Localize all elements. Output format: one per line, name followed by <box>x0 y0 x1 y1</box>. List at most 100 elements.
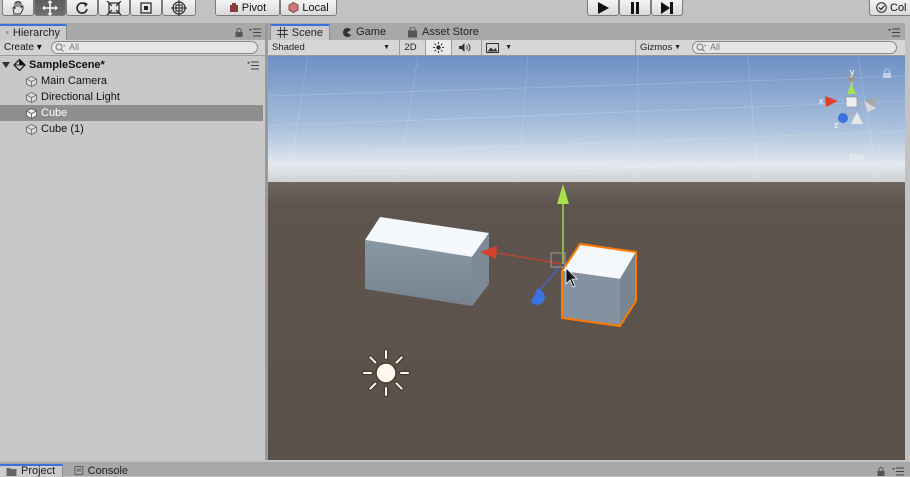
speaker-icon <box>459 43 471 52</box>
pause-button[interactable] <box>619 0 651 16</box>
console-icon <box>74 466 84 475</box>
scene-tabstrip: Scene Game Asset Store <box>268 23 905 40</box>
list-item-main-camera[interactable]: Main Camera <box>0 73 263 89</box>
list-item-directional-light[interactable]: Directional Light <box>0 89 263 105</box>
create-label: Create <box>4 42 35 53</box>
2d-label: 2D <box>404 42 417 53</box>
step-icon <box>661 1 673 14</box>
lighting-toggle[interactable] <box>425 40 451 55</box>
2d-toggle[interactable]: 2D <box>399 40 421 55</box>
image-effects-icon <box>486 42 499 53</box>
scene-render: x y z Iso <box>268 56 905 460</box>
gizmo-y-label: y <box>850 67 855 77</box>
hierarchy-list: SampleScene* Main Camera Directional Lig… <box>0 56 266 460</box>
hierarchy-tabstrip: Hierarchy <box>0 23 266 40</box>
gizmos-label: Gizmos <box>640 42 673 53</box>
step-button[interactable] <box>651 0 683 16</box>
expand-arrow-icon[interactable] <box>2 61 10 69</box>
chevron-down-icon: ▼ <box>674 44 681 51</box>
scene-search-input[interactable]: All <box>692 41 897 54</box>
hand-tool-button[interactable] <box>2 0 34 16</box>
grid-icon <box>277 27 288 38</box>
tab-scene[interactable]: Scene <box>270 24 330 40</box>
tab-console[interactable]: Console <box>68 464 134 477</box>
scene-name: SampleScene* <box>29 59 105 71</box>
hierarchy-search-placeholder: All <box>69 42 80 52</box>
hierarchy-search-input[interactable]: All <box>51 41 258 54</box>
gameobject-cube-icon <box>26 91 37 103</box>
move-tool-button[interactable] <box>34 0 66 16</box>
unity-scene-icon <box>13 59 26 71</box>
scene-viewport[interactable]: x y z Iso <box>268 56 905 460</box>
list-item-label: Cube (1) <box>41 123 84 135</box>
bottom-lock-icon[interactable] <box>877 467 885 476</box>
directional-light-sun-icon[interactable] <box>361 348 411 398</box>
game-tab-label: Game <box>356 26 386 38</box>
search-icon <box>55 43 66 52</box>
hierarchy-tab-label: Hierarchy <box>12 26 60 39</box>
projection-mode-label[interactable]: Iso <box>850 152 864 163</box>
hierarchy-icon <box>6 31 9 34</box>
pacman-icon <box>342 27 352 37</box>
gameobject-cube-icon <box>26 123 37 135</box>
list-item-cube[interactable]: Cube <box>0 105 263 121</box>
gizmo-x-label: x <box>819 96 824 106</box>
gameobject-cube-icon <box>26 75 37 87</box>
play-icon <box>598 1 609 14</box>
move-arrows-icon <box>42 0 58 16</box>
search-icon <box>696 43 707 52</box>
collab-label: Col <box>890 1 907 14</box>
bottom-tabstrip: Project Console <box>0 462 910 477</box>
rect-tool-button[interactable] <box>130 0 162 16</box>
local-space-icon <box>288 2 299 13</box>
chevron-down-icon: ▼ <box>383 44 390 51</box>
folder-icon <box>6 467 17 476</box>
scale-tool-button[interactable] <box>98 0 130 16</box>
collab-check-icon <box>876 2 887 13</box>
sky <box>268 56 905 184</box>
main-toolbar: Pivot Local Col <box>0 0 910 19</box>
transform-tool-button[interactable] <box>162 0 196 16</box>
gizmo-z-label: z <box>834 120 839 130</box>
tab-hierarchy[interactable]: Hierarchy <box>0 24 67 40</box>
gameobject-cube-icon <box>26 107 37 119</box>
scene-toolbar: Shaded ▼ 2D ▼ Gizmos ▼ All <box>268 40 905 56</box>
local-label: Local <box>302 1 329 14</box>
hierarchy-toolbar: Create ▾ All <box>0 40 266 56</box>
play-button[interactable] <box>587 0 619 16</box>
scene-root-row[interactable]: SampleScene* <box>0 57 263 73</box>
transform-icon <box>171 0 187 16</box>
lock-icon[interactable] <box>235 28 243 37</box>
scale-icon <box>106 0 122 15</box>
list-item-label: Main Camera <box>41 75 108 87</box>
rotate-icon <box>76 1 88 14</box>
scene-tab-label: Scene <box>291 26 323 39</box>
rect-transform-icon <box>140 1 152 14</box>
bottom-panel-menu-icon[interactable] <box>892 467 904 476</box>
list-item-label: Directional Light <box>41 91 120 103</box>
effects-dropdown[interactable]: ▼ <box>481 40 515 55</box>
scene-panel-menu-icon[interactable] <box>888 28 900 37</box>
sun-icon <box>433 42 444 53</box>
tab-asset-store[interactable]: Asset Store <box>401 24 491 40</box>
shading-mode-dropdown[interactable]: Shaded ▼ <box>268 40 395 55</box>
pivot-icon <box>229 2 238 12</box>
shading-mode-value: Shaded <box>272 42 305 53</box>
create-dropdown[interactable]: Create ▾ <box>4 42 42 53</box>
rotate-tool-button[interactable] <box>66 0 98 16</box>
gizmos-dropdown[interactable]: Gizmos ▼ <box>635 40 685 55</box>
list-item-cube-1[interactable]: Cube (1) <box>0 121 263 137</box>
collab-button[interactable]: Col <box>869 0 910 16</box>
project-tab-label: Project <box>21 465 56 477</box>
pause-icon <box>631 1 639 14</box>
pivot-toggle[interactable]: Pivot <box>215 0 280 16</box>
local-toggle[interactable]: Local <box>280 0 337 16</box>
audio-toggle[interactable] <box>451 40 477 55</box>
tab-game[interactable]: Game <box>336 24 392 40</box>
panel-menu-icon[interactable] <box>249 28 261 37</box>
tab-project[interactable]: Project <box>0 464 63 477</box>
hand-icon <box>12 0 24 14</box>
scene-search-placeholder: All <box>710 42 721 52</box>
scene-menu-icon[interactable] <box>247 61 259 70</box>
chevron-down-icon: ▼ <box>505 44 512 51</box>
